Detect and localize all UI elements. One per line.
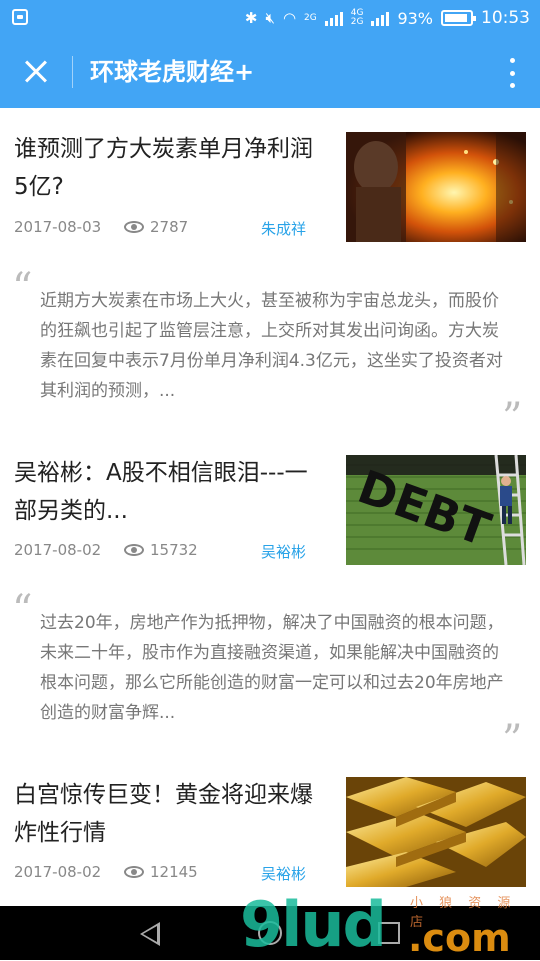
article-date: 2017-08-02 xyxy=(14,863,102,881)
quote-open-icon: “ xyxy=(12,265,33,311)
article-title[interactable]: 白宫惊传巨变！黄金将迎来爆炸性行情 xyxy=(14,776,324,852)
article-excerpt: 过去20年，房地产作为抵押物，解决了中国融资的根本问题，未来二十年，股市作为直接… xyxy=(40,613,504,723)
article-card[interactable]: 谁预测了方大炭素单月净利润5亿? 2017-08-03 2787 朱成祥 “ 近… xyxy=(0,108,540,438)
back-icon[interactable] xyxy=(140,922,160,946)
article-date: 2017-08-03 xyxy=(14,218,102,236)
bluetooth-icon: ✱ xyxy=(244,9,258,27)
battery-icon xyxy=(441,10,476,26)
eye-icon xyxy=(124,544,144,556)
article-title[interactable]: 谁预测了方大炭素单月净利润5亿? xyxy=(14,130,324,206)
status-icons: ✱ 🔇︎ ◠ 2G 4G 2G 93% 10:53 xyxy=(245,0,530,36)
article-author[interactable]: 吴裕彬 xyxy=(261,863,306,884)
home-icon[interactable] xyxy=(258,921,282,945)
article-card[interactable]: 白宫惊传巨变！黄金将迎来爆炸性行情 2017-08-02 12145 吴裕彬 xyxy=(0,752,540,904)
network-label-stack: 4G 2G xyxy=(351,9,364,27)
article-views: 12145 xyxy=(124,863,198,881)
article-excerpt: 近期方大炭素在市场上大火，甚至被称为宇宙总龙头，而股价的狂飙也引起了监管层注意，… xyxy=(40,291,503,401)
article-title[interactable]: 吴裕彬：A股不相信眼泪---一部另类的... xyxy=(14,454,324,530)
article-view-count: 2787 xyxy=(150,218,189,236)
signal-icon xyxy=(324,10,343,26)
battery-percent: 93% xyxy=(397,8,433,28)
eye-icon xyxy=(124,866,144,878)
gallery-notification-icon xyxy=(12,9,28,25)
article-card[interactable]: 吴裕彬：A股不相信眼泪---一部另类的... 2017-08-02 15732 … xyxy=(0,430,540,760)
article-views: 2787 xyxy=(124,218,188,236)
article-view-count: 12145 xyxy=(150,863,198,881)
article-list: 谁预测了方大炭素单月净利润5亿? 2017-08-03 2787 朱成祥 “ 近… xyxy=(0,108,540,904)
signal-icon-secondary xyxy=(371,10,390,26)
gold-bars-image[interactable] xyxy=(346,777,526,887)
recent-apps-icon[interactable] xyxy=(378,922,400,944)
mute-icon: 🔇︎ xyxy=(265,9,275,27)
clock: 10:53 xyxy=(481,8,530,28)
quote-open-icon: “ xyxy=(12,587,33,633)
appbar-divider xyxy=(72,56,73,88)
app-bar: 环球老虎财经+ xyxy=(0,36,540,108)
status-bar: ✱ 🔇︎ ◠ 2G 4G 2G 93% 10:53 xyxy=(0,0,540,36)
molten-steel-furnace-image[interactable] xyxy=(346,132,526,242)
network-label-2g: 2G xyxy=(304,12,317,23)
page-title: 环球老虎财经+ xyxy=(90,58,255,86)
close-icon[interactable] xyxy=(18,54,54,90)
more-vertical-icon[interactable] xyxy=(506,58,518,88)
eye-icon xyxy=(124,221,144,233)
article-author[interactable]: 朱成祥 xyxy=(261,218,306,239)
article-author[interactable]: 吴裕彬 xyxy=(261,541,306,562)
article-view-count: 15732 xyxy=(150,541,198,559)
wifi-icon: ◠ xyxy=(282,9,297,27)
article-views: 15732 xyxy=(124,541,198,559)
system-nav-bar xyxy=(0,906,540,960)
article-date: 2017-08-02 xyxy=(14,541,102,559)
debt-ladder-image[interactable]: DEBT xyxy=(346,455,526,565)
network-label-2g-secondary: 2G xyxy=(350,17,364,27)
